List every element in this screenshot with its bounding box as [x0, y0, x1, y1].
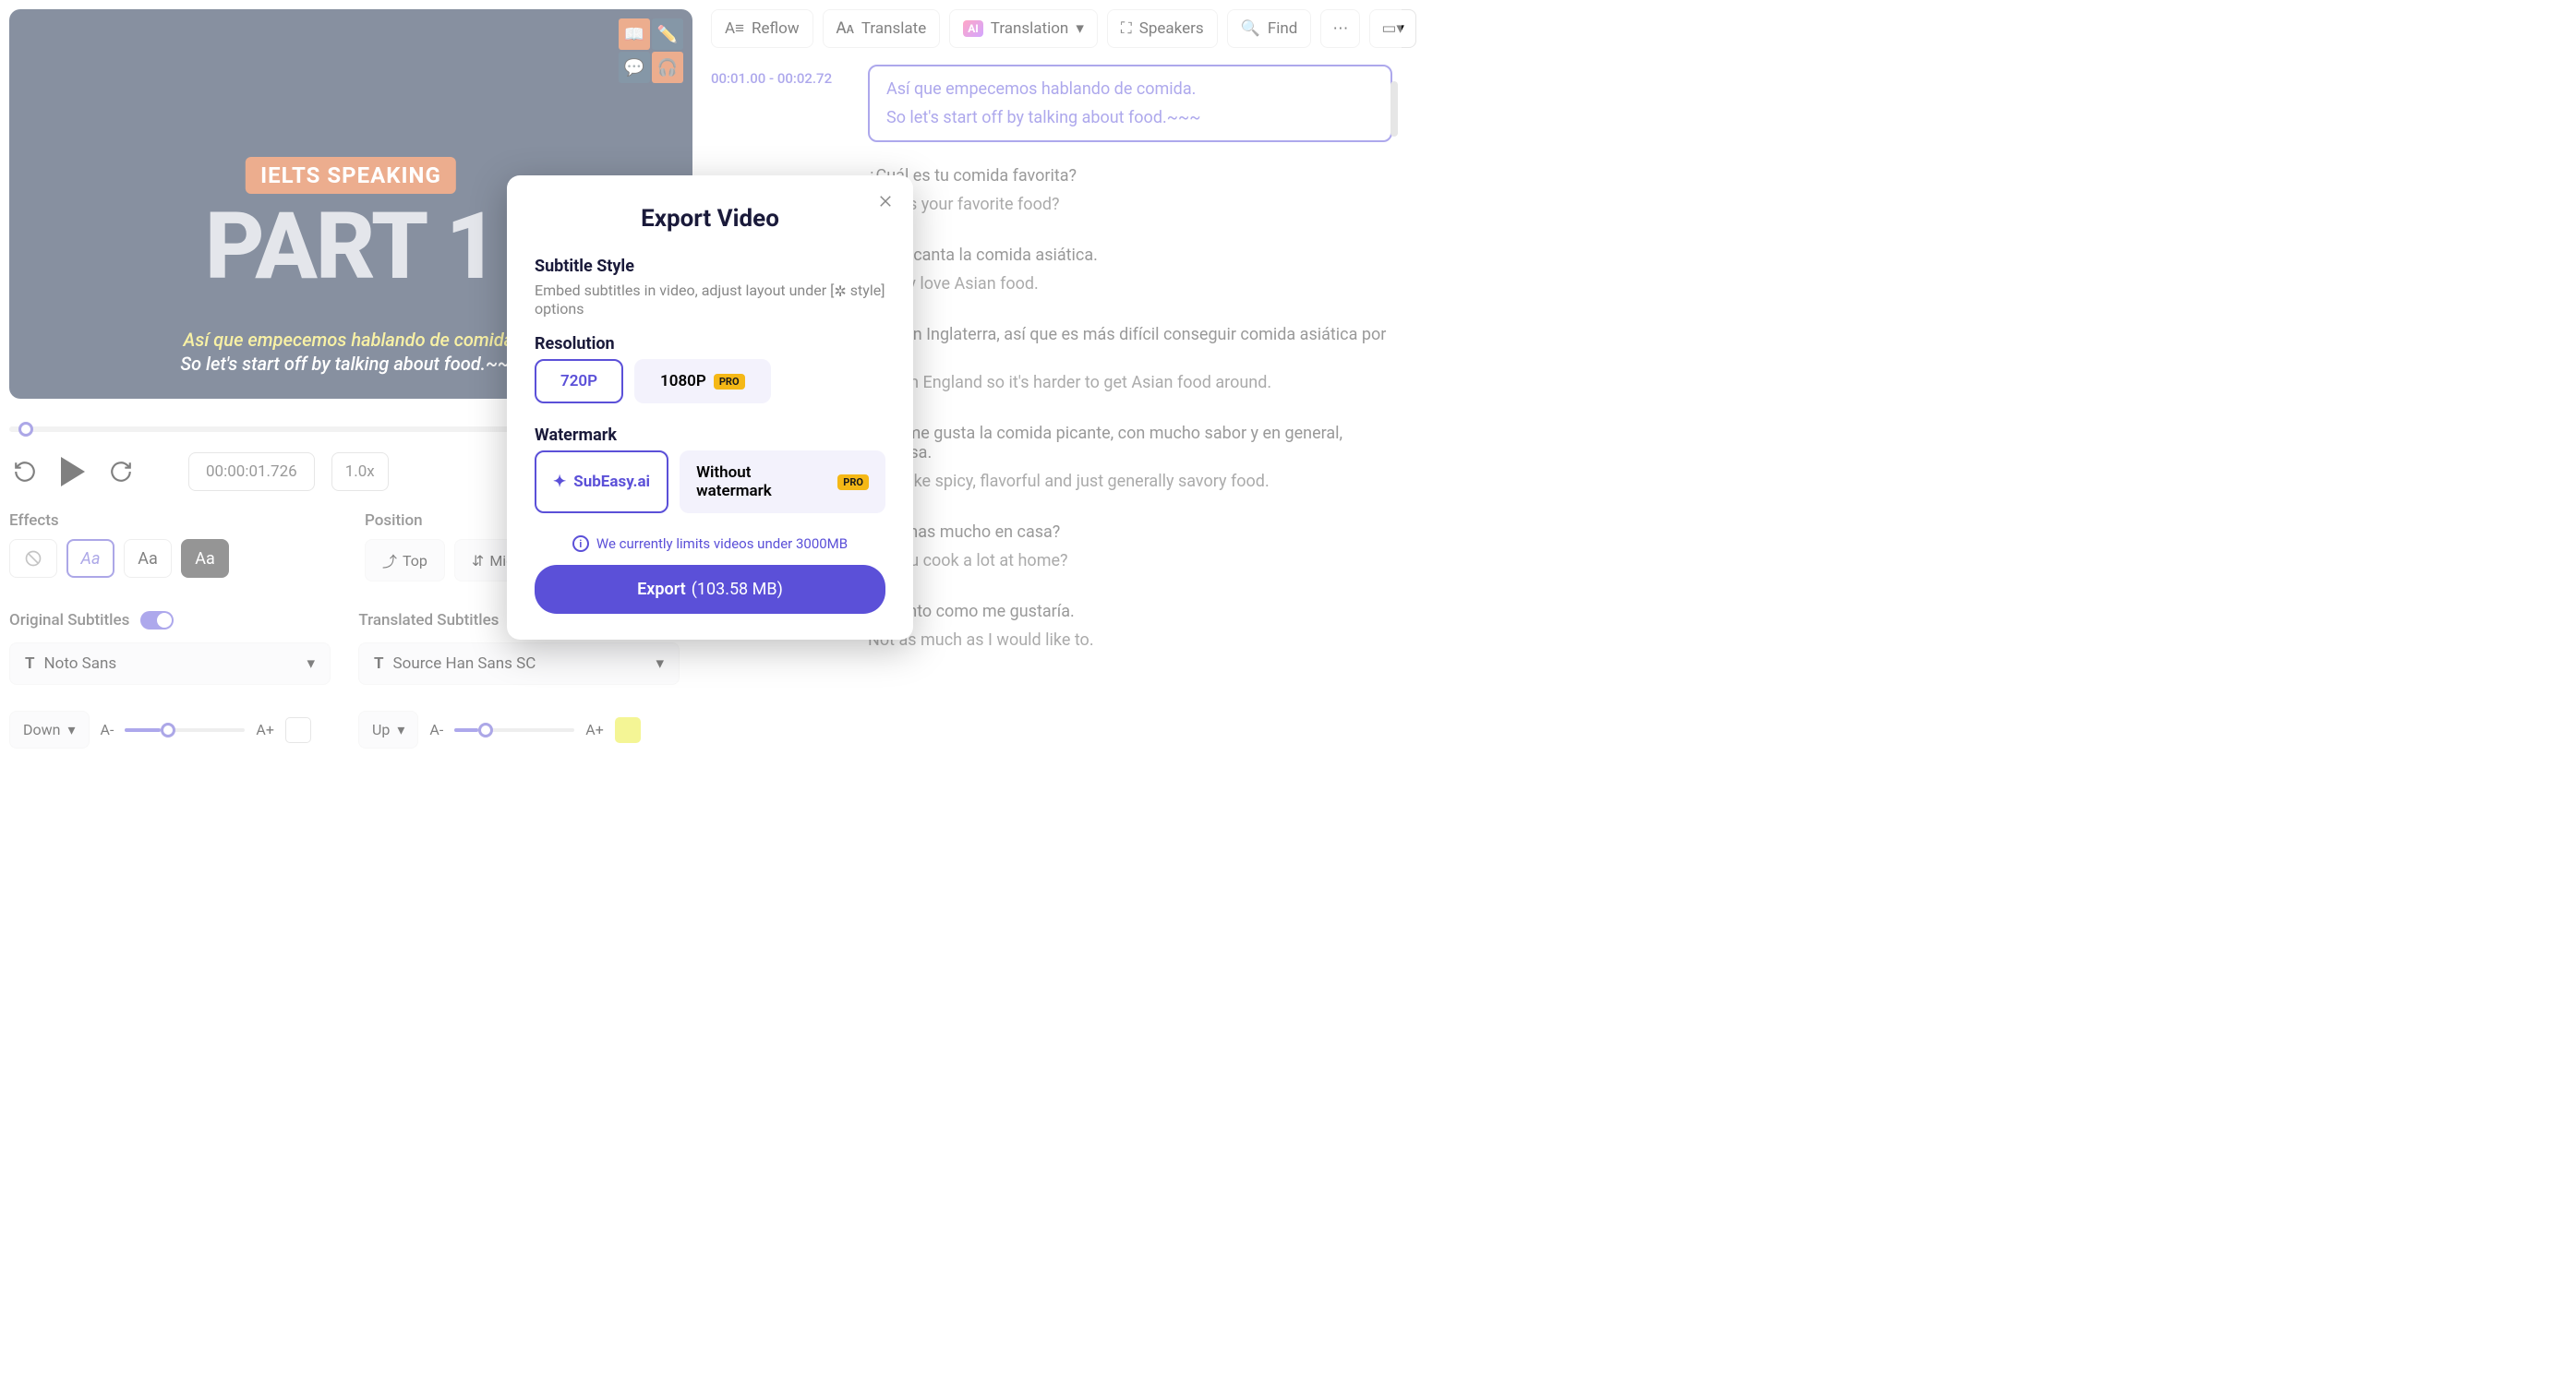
ai-icon: AI	[963, 20, 983, 37]
reflow-icon: A≡	[725, 19, 744, 38]
transcript-text-translated: Pero me gusta la comida picante, con muc…	[868, 424, 1392, 462]
time-display[interactable]: 00:00:01.726	[188, 452, 315, 491]
transcript-text-original: What's your favorite food?	[868, 195, 1392, 214]
brand-logo-icon: ✦	[553, 473, 566, 491]
play-button[interactable]	[57, 456, 89, 487]
forward-button[interactable]	[105, 456, 137, 487]
font-increase[interactable]: A+	[256, 721, 274, 738]
original-font-select[interactable]: TNoto Sans ▾	[9, 642, 331, 685]
original-subtitles-toggle[interactable]	[140, 611, 174, 630]
transcript-text-translated: ¿Cuál es tu comida favorita?	[868, 166, 1392, 186]
transcript-timestamp[interactable]	[711, 159, 849, 164]
original-subtitles-label: Original Subtitles	[9, 611, 129, 630]
speed-selector[interactable]: 1.0x	[331, 452, 389, 491]
more-button[interactable]: ⋯	[1320, 9, 1360, 48]
video-part-label: PART 1	[205, 201, 497, 294]
rewind-button[interactable]	[9, 456, 41, 487]
original-color-swatch[interactable]	[285, 717, 311, 743]
export-button[interactable]: Export(103.58 MB)	[535, 565, 885, 614]
transcript-text-original: So let's start off by talking about food…	[886, 108, 1374, 127]
reflow-button[interactable]: A≡Reflow	[711, 9, 813, 48]
info-icon: i	[572, 535, 589, 552]
effect-boxed[interactable]: Aa	[181, 539, 229, 578]
chevron-down-icon: ▾	[307, 654, 315, 673]
transcript-text-translated: Vivo en Inglaterra, así que es más difíc…	[868, 325, 1392, 364]
pro-badge: PRO	[714, 374, 745, 390]
modal-title: Export Video	[535, 205, 885, 233]
pro-badge: PRO	[837, 474, 869, 490]
search-icon: 🔍	[1241, 19, 1260, 38]
resolution-720p-option[interactable]: 720P	[535, 359, 623, 403]
transcript-segment[interactable]: No tanto como me gustaría. Not as much as…	[868, 594, 1392, 657]
translated-size-slider[interactable]	[454, 728, 574, 732]
transcript-segment[interactable]: Me encanta la comida asiática. I really l…	[868, 238, 1392, 301]
effects-label: Effects	[9, 511, 337, 530]
original-size-slider[interactable]	[125, 728, 245, 732]
effect-plain[interactable]: Aa	[124, 539, 172, 578]
resolution-1080p-option[interactable]: 1080PPRO	[634, 359, 771, 403]
transcript-segment[interactable]: Vivo en Inglaterra, así que es más difíc…	[868, 318, 1392, 400]
speakers-button[interactable]: ⛶Speakers	[1107, 9, 1218, 48]
transcript-segment[interactable]: Así que empecemos hablando de comida. So …	[868, 65, 1392, 142]
transcript-text-original: Do you cook a lot at home?	[868, 551, 1392, 570]
transcript-text-original: I really love Asian food.	[868, 274, 1392, 294]
transcript-text-original: I live in England so it's harder to get …	[868, 373, 1392, 392]
translate-icon: 🗛	[837, 19, 854, 38]
export-video-modal: Export Video Subtitle Style Embed subtit…	[507, 175, 913, 640]
resolution-heading: Resolution	[535, 334, 885, 354]
scrollbar[interactable]	[1390, 81, 1398, 137]
font-increase[interactable]: A+	[585, 721, 604, 738]
transcript-text-translated: Me encanta la comida asiática.	[868, 246, 1392, 265]
effect-outline[interactable]: Aa	[66, 539, 114, 578]
watermark-brand-option[interactable]: ✦SubEasy.ai	[535, 450, 668, 513]
limit-note: i We currently limits videos under 3000M…	[535, 535, 885, 552]
translated-font-select[interactable]: TSource Han Sans SC ▾	[358, 642, 680, 685]
transcript-text-translated: Así que empecemos hablando de comida.	[886, 79, 1374, 99]
subtitle-original: So let's start off by talking about food…	[180, 353, 521, 375]
chevron-down-icon: ▾	[656, 654, 664, 673]
video-ielts-label: IELTS SPEAKING	[246, 157, 456, 194]
transcript-segment[interactable]: Pero me gusta la comida picante, con muc…	[868, 416, 1392, 498]
translation-dropdown[interactable]: AITranslation▾	[949, 9, 1098, 48]
speakers-icon: ⛶	[1121, 19, 1132, 38]
font-decrease[interactable]: A-	[429, 721, 443, 738]
original-direction-select[interactable]: Down▾	[9, 711, 90, 749]
layout-toggle-button[interactable]: ▭▾	[1369, 9, 1416, 48]
translated-direction-select[interactable]: Up▾	[358, 711, 418, 749]
subtitle-style-description: Embed subtitles in video, adjust layout …	[535, 282, 885, 318]
position-top[interactable]: ⤴Top	[365, 539, 445, 582]
watermark-none-option[interactable]: Without watermarkPRO	[680, 450, 885, 513]
translated-color-swatch[interactable]	[615, 717, 641, 743]
transcript-timestamp[interactable]: 00:01.00 - 00:02.72	[711, 65, 849, 87]
transcript-text-translated: No tanto como me gustaría.	[868, 602, 1392, 621]
translated-subtitles-label: Translated Subtitles	[358, 611, 499, 630]
subtitle-translated: Así que empecemos hablando de comida.	[183, 329, 518, 351]
transcript-text-original: But I like spicy, flavorful and just gen…	[868, 472, 1392, 491]
transcript-text-original: Not as much as I would like to.	[868, 630, 1392, 650]
font-decrease[interactable]: A-	[101, 721, 114, 738]
video-corner-badge: 📖✏️ 💬🎧	[619, 18, 683, 83]
transcript-text-translated: ¿Cocinas mucho en casa?	[868, 522, 1392, 542]
find-button[interactable]: 🔍Find	[1227, 9, 1312, 48]
style-icon: ✲	[834, 282, 846, 300]
chevron-down-icon: ▾	[1076, 19, 1084, 38]
transcript-segment[interactable]: ¿Cocinas mucho en casa? Do you cook a lot…	[868, 515, 1392, 578]
effect-none[interactable]	[9, 539, 57, 578]
subtitle-style-heading: Subtitle Style	[535, 257, 885, 276]
transcript-segment[interactable]: ¿Cuál es tu comida favorita? What's your …	[868, 159, 1392, 222]
translate-button[interactable]: 🗛Translate	[823, 9, 941, 48]
close-button[interactable]	[874, 190, 897, 212]
watermark-heading: Watermark	[535, 426, 885, 445]
